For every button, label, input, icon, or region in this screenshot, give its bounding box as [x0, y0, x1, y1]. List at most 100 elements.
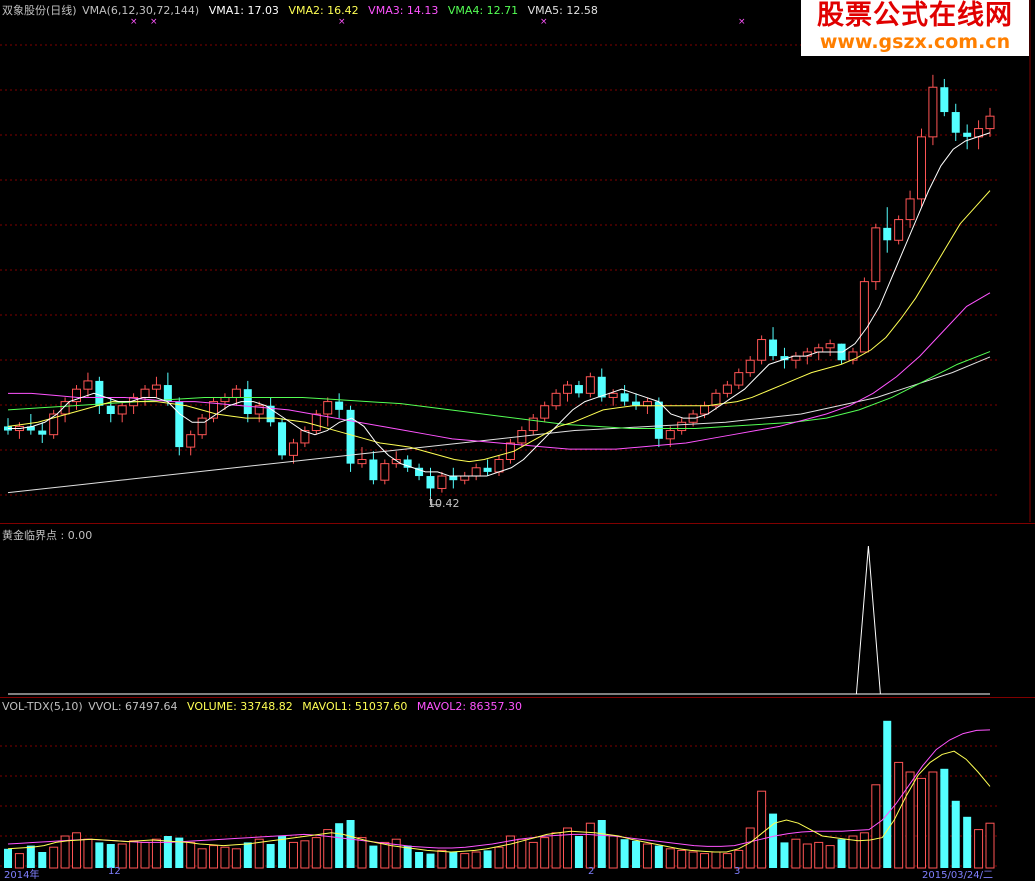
vma5-value: VMA5: 12.58	[527, 4, 598, 17]
candle-body-up	[894, 219, 904, 241]
volume-bar-up	[471, 851, 481, 869]
candle-body-down	[632, 401, 641, 406]
volume-bar-down	[963, 816, 972, 868]
volume-bar-down	[483, 850, 492, 868]
volume-bar-up	[677, 849, 687, 869]
candle-body-down	[940, 87, 949, 113]
candle-body-down	[574, 385, 583, 394]
candle-body-down	[38, 430, 47, 435]
candle-body-up	[437, 475, 447, 489]
volume-bar-up	[711, 851, 721, 869]
candle-body-up	[288, 442, 298, 456]
volume-bar-down	[837, 839, 846, 868]
volume-bar-up	[460, 853, 470, 869]
candle-body-up	[186, 434, 196, 448]
volume-bar-up	[129, 840, 139, 869]
x-axis-label-3: 3	[734, 866, 741, 877]
candle-body-up	[871, 227, 881, 283]
candle-body-up	[722, 384, 732, 394]
volume-bar-up	[757, 790, 767, 869]
volume-bar-up	[300, 840, 310, 869]
candle-body-up	[677, 421, 687, 432]
candle-body-down	[449, 476, 458, 481]
candle-body-up	[357, 459, 367, 465]
candle-body-up	[665, 430, 675, 440]
vol-indicator-name: VOL-TDX(5,10)	[2, 700, 83, 713]
signal-chart[interactable]	[0, 524, 1035, 697]
volume-bar-down	[780, 842, 789, 868]
volume-bar-up	[186, 841, 196, 869]
candle-body-up	[380, 463, 390, 481]
volume-bar-down	[449, 852, 458, 868]
candle-body-down	[278, 422, 287, 456]
candle-body-up	[323, 401, 333, 415]
cross-marker: ×	[150, 17, 158, 27]
volume-chart[interactable]	[0, 698, 1035, 876]
candle-body-down	[175, 401, 184, 448]
candle-body-up	[311, 413, 321, 432]
volume-bar-up	[197, 848, 207, 869]
volume-bar-down	[369, 845, 378, 868]
candle-body-up	[734, 372, 744, 386]
volume-bar-up	[231, 848, 241, 869]
candle-body-down	[654, 401, 663, 439]
volume-bar-down	[426, 853, 435, 868]
volume-bar-down	[883, 720, 892, 868]
candle-body-up	[928, 86, 938, 138]
volume-bar-up	[563, 827, 573, 869]
stock-name: 双象股份(日线)	[2, 4, 77, 17]
volume-bar-up	[220, 846, 230, 869]
volume-bar-down	[106, 844, 115, 868]
site-watermark: 股票公式在线网 www.gszx.com.cn	[801, 0, 1029, 56]
x-axis-label-2: 2	[588, 866, 595, 877]
indicator-name: VMA(6,12,30,72,144)	[82, 4, 200, 17]
candle-body-up	[140, 388, 150, 398]
candle-body-up	[220, 396, 230, 403]
volume-bar-down	[95, 842, 104, 868]
volume-bar-up	[700, 853, 710, 869]
candle-body-up	[151, 384, 161, 390]
candle-body-up	[642, 401, 652, 407]
volume-bar-up	[928, 771, 938, 869]
candle-body-up	[825, 343, 835, 349]
price-chart-panel[interactable]: × × × × × 双象股份(日线) VMA(6,12,30,72,144) VMA1:…	[0, 0, 1035, 522]
signal-panel[interactable]: 黄金临界点 : 0.00	[0, 523, 1035, 697]
cross-marker: ×	[540, 17, 548, 27]
volume-bar-down	[620, 839, 629, 868]
volume-bar-up	[585, 822, 595, 869]
volume-bar-down	[632, 840, 641, 868]
candle-body-down	[951, 112, 960, 133]
volume-bar-up	[540, 837, 550, 869]
candle-body-up	[471, 467, 481, 477]
candle-body-up	[197, 417, 207, 436]
volume-bar-up	[905, 771, 915, 869]
candle-body-down	[963, 132, 972, 137]
candle-body-up	[494, 459, 504, 473]
volume-value: VOLUME: 33748.82	[187, 700, 293, 713]
vma1-value: VMA1: 17.03	[208, 4, 279, 17]
volume-bar-up	[802, 843, 812, 869]
volume-bar-up	[985, 822, 995, 869]
candle-body-down	[597, 376, 606, 398]
price-chart[interactable]: × × × × ×	[0, 0, 1035, 522]
watermark-title: 股票公式在线网	[817, 0, 1013, 31]
candle-body-up	[608, 392, 618, 398]
volume-bar-up	[437, 849, 447, 869]
vma1-line	[8, 132, 991, 477]
volume-bar-down	[243, 842, 252, 868]
candle-body-up	[231, 388, 241, 398]
volume-header: VOL-TDX(5,10) VVOL: 67497.64 VOLUME: 337…	[2, 700, 528, 713]
volume-bar-up	[859, 832, 869, 869]
vma2-value: VMA2: 16.42	[288, 4, 359, 17]
candle-body-up	[563, 384, 573, 394]
x-axis-start-label: 2014年	[4, 870, 40, 881]
volume-bar-down	[266, 844, 275, 868]
volume-bar-up	[825, 845, 835, 869]
volume-bar-up	[517, 838, 527, 869]
candle-body-down	[769, 339, 778, 357]
candle-body-down	[483, 467, 492, 472]
volume-bar-up	[665, 848, 675, 869]
volume-bar-down	[769, 813, 778, 868]
volume-bar-up	[49, 846, 59, 869]
volume-panel[interactable]: VOL-TDX(5,10) VVOL: 67497.64 VOLUME: 337…	[0, 697, 1035, 881]
